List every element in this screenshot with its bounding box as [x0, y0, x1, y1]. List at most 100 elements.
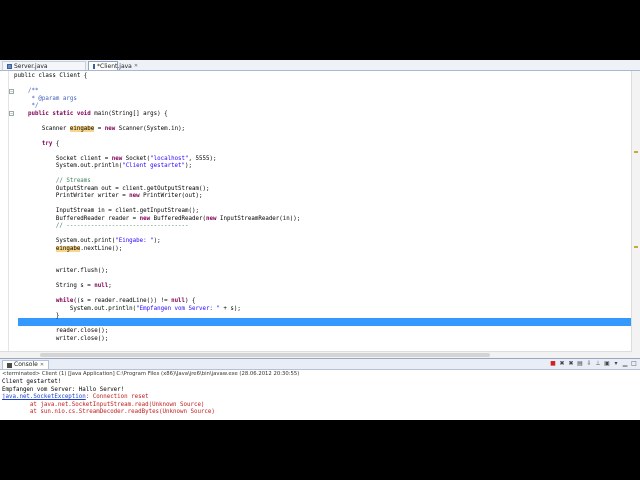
code-token: /**	[14, 88, 39, 94]
code-token: new	[205, 215, 217, 222]
console-line: at sun.nio.cs.StreamDecoder.readBytes(Un…	[2, 408, 215, 416]
code-token: try	[41, 140, 53, 147]
code-token: InputStream in = client.getInputStream()…	[14, 208, 199, 214]
code-token: */	[14, 103, 39, 109]
code-token: "Eingabe: "	[115, 238, 154, 244]
occurrence-highlight: eingabe	[55, 245, 81, 252]
code-token: .nextLine();	[80, 245, 123, 252]
code-token: );	[185, 163, 193, 169]
code-token: System.out.print(	[14, 238, 116, 244]
occurrence-marker[interactable]	[634, 151, 638, 153]
code-token: writer.write("Hallo Server!\n");	[14, 260, 168, 267]
remove-all-icon[interactable]: ✖	[567, 360, 575, 368]
console-tab-label: Console	[14, 361, 38, 368]
code-token: Scanner(System.in);	[115, 125, 186, 132]
code-token: ;	[108, 283, 112, 289]
tab-server-java[interactable]: Server.java	[2, 61, 86, 70]
console-text: at java.net.SocketInputStream.read(Unkno…	[2, 401, 205, 408]
remove-launch-icon[interactable]: ✖	[558, 360, 566, 368]
code-token: new	[129, 193, 140, 199]
code-token: null	[171, 298, 186, 304]
pin-icon[interactable]: ⊥	[594, 360, 602, 368]
code-token: String s =	[14, 283, 95, 289]
console-text: Empfangen vom Server: Hallo Server!	[2, 386, 125, 393]
close-icon[interactable]: ✕	[40, 361, 44, 369]
console-toolbar: ■ ✖ ✖ ▤ ⇩ ⊥ ▣ ▾ ▁ □	[549, 360, 638, 368]
console-text: at sun.nio.cs.StreamDecoder.readBytes(Un…	[2, 409, 215, 415]
code-token: ((s = reader.readLine()) !=	[73, 298, 172, 304]
eclipse-window: Server.java *Client.java ✕ public class …	[0, 60, 640, 420]
exception-message: : Connection reset	[85, 394, 149, 400]
code-token: writer.close();	[14, 335, 109, 342]
code-token: * @param args	[14, 95, 77, 102]
java-file-icon	[7, 63, 12, 69]
fold-toggle-icon[interactable]: −	[9, 111, 14, 116]
tab-console[interactable]: Console ✕	[2, 360, 50, 369]
code-token: reader.close();	[14, 328, 109, 334]
horizontal-scrollbar[interactable]	[0, 351, 632, 358]
console-tab-bar: Console ✕ ■ ✖ ✖ ▤ ⇩ ⊥ ▣ ▾ ▁ □	[0, 359, 640, 370]
fold-toggle-icon[interactable]: −	[9, 88, 14, 94]
occurrence-marker[interactable]	[634, 246, 638, 248]
code-token: while	[55, 298, 74, 304]
tab-client-java[interactable]: *Client.java ✕	[88, 61, 138, 70]
code-token: PrintWriter writer =	[14, 193, 130, 199]
code-token: ) {	[185, 298, 196, 304]
clear-console-icon[interactable]: ▤	[576, 360, 584, 368]
code-token: }	[14, 313, 60, 319]
code-token: new	[104, 125, 116, 132]
code-token: , 5555);	[188, 155, 217, 162]
tab-label: *Client.java	[97, 62, 132, 70]
code-token: public static void	[27, 110, 91, 117]
overview-ruler[interactable]	[631, 71, 640, 358]
editor-gutter	[0, 71, 9, 358]
console-view: Console ✕ ■ ✖ ✖ ▤ ⇩ ⊥ ▣ ▾ ▁ □ <terminated> Client…	[0, 358, 640, 420]
minimize-icon[interactable]: ▁	[621, 360, 629, 368]
code-token: Socket client =	[14, 155, 112, 162]
editor-tab-bar: Server.java *Client.java ✕	[0, 60, 640, 71]
terminate-icon[interactable]: ■	[549, 360, 557, 368]
code-token: PrintWriter(out);	[139, 193, 203, 199]
code-token: Scanner	[14, 125, 70, 132]
exception-link[interactable]: java.net.SocketException	[2, 394, 86, 400]
code-token: BufferedReader reader =	[14, 215, 140, 222]
console-text: Client gestartet!	[2, 379, 62, 385]
code-token: new	[111, 155, 123, 162]
code-token: + s);	[219, 305, 241, 312]
code-token: "Client gestartet"	[122, 163, 186, 169]
maximize-icon[interactable]: □	[630, 360, 638, 368]
java-file-icon	[93, 63, 95, 69]
code-token: public class Client {	[14, 73, 88, 79]
code-token: BufferedReader(	[150, 215, 206, 222]
display-console-icon[interactable]: ▣	[603, 360, 611, 368]
open-console-icon[interactable]: ▾	[612, 360, 620, 368]
console-icon	[7, 362, 12, 368]
code-token: new	[139, 215, 151, 222]
code-token: =	[94, 125, 105, 132]
code-token: "localhost"	[150, 155, 189, 162]
code-token: writer.flush();	[14, 268, 109, 274]
code-token: );	[153, 238, 161, 244]
code-token: "Empfangen vom Server: "	[136, 305, 220, 312]
code-editor[interactable]: public class Client { /** − * @param args…	[0, 71, 640, 358]
code-token: System.out.println(	[14, 163, 123, 169]
code-token: // -----------------------------------	[14, 223, 189, 229]
code-token: Socket(	[122, 155, 151, 162]
code-line[interactable]: writer.close();	[14, 335, 631, 343]
scroll-lock-icon[interactable]: ⇩	[585, 360, 593, 368]
tab-label: Server.java	[14, 62, 48, 70]
scrollbar-thumb[interactable]	[40, 353, 490, 357]
occurrence-highlight: eingabe	[69, 125, 95, 132]
console-process-info: <terminated> Client (1) [Java Applicatio…	[2, 371, 300, 377]
code-token: null	[94, 283, 109, 289]
code-token: {	[52, 140, 60, 147]
code-token: // Streams	[14, 178, 91, 184]
code-token: System.out.println(	[14, 305, 137, 312]
code-token: InputStreamReader(in));	[216, 215, 301, 222]
code-token: OutputStream out = client.getOutputStrea…	[14, 185, 210, 192]
close-icon[interactable]: ✕	[134, 62, 138, 71]
